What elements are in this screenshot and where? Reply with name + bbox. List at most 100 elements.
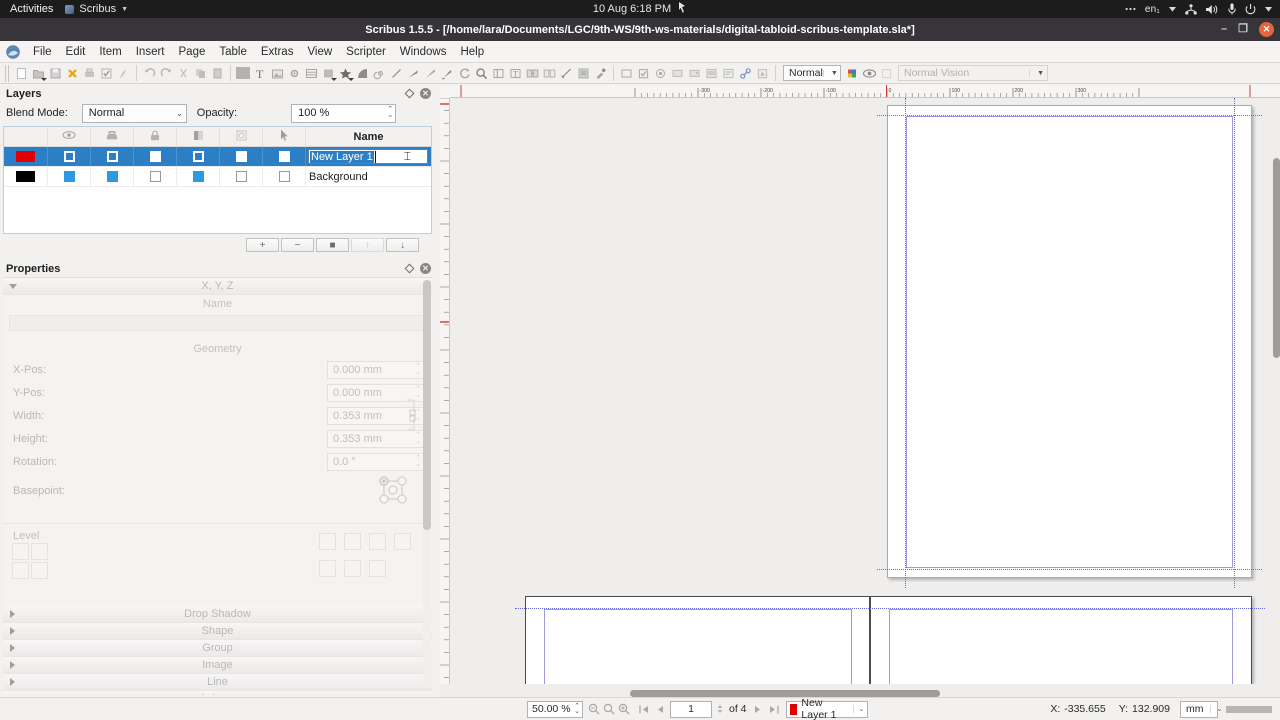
table-row[interactable]: Background [4, 167, 431, 187]
opacity-input[interactable]: 100 % ⌃ ⌄ [291, 103, 397, 123]
shape-icon[interactable] [320, 65, 337, 82]
language-indicator[interactable]: en₁ [1145, 4, 1160, 15]
pdf-radio-button-icon[interactable] [652, 65, 669, 82]
basepoint-selector[interactable] [378, 475, 408, 508]
print-icon[interactable] [81, 65, 98, 82]
ellipsis-icon[interactable] [1125, 7, 1136, 11]
spinner-arrows-icon[interactable]: ⌃ ⌄ [415, 386, 421, 399]
pdf-combo-box-icon[interactable] [686, 65, 703, 82]
spinner-arrows-icon[interactable]: ⌃ ⌄ [381, 106, 393, 119]
zoom-input[interactable]: 50.00 % ⌃ ⌄ [527, 700, 583, 718]
canvas-vertical-scrollbar[interactable] [1273, 98, 1280, 684]
redo-icon[interactable] [158, 65, 175, 82]
pdf-3d-annotation-icon[interactable] [754, 65, 771, 82]
power-icon[interactable] [1245, 3, 1256, 15]
close-document-icon[interactable] [64, 65, 81, 82]
keep-aspect-ratio-icon[interactable] [406, 398, 416, 434]
layer-flow-checkbox[interactable] [177, 167, 220, 186]
spinner-arrows-icon[interactable]: ⌃ ⌄ [415, 363, 421, 376]
minimize-button[interactable]: – [1221, 24, 1227, 35]
page-3[interactable] [870, 596, 1252, 684]
disable-printing-button[interactable] [344, 560, 361, 577]
copy-icon[interactable] [192, 65, 209, 82]
group-image-header[interactable]: Image [3, 657, 432, 674]
flip-horizontal-button[interactable] [319, 533, 336, 550]
select-item-icon[interactable] [235, 65, 252, 82]
menu-edit[interactable]: Edit [59, 43, 93, 61]
group-colours-header[interactable]: Colours [3, 691, 432, 695]
close-icon[interactable]: ✕ [420, 263, 431, 274]
blend-mode-select[interactable]: Normal ⌄ [81, 103, 187, 123]
next-page-icon[interactable] [751, 702, 766, 717]
layer-flow-checkbox[interactable] [177, 147, 220, 166]
eye-dropper-icon[interactable] [592, 65, 609, 82]
pdf-check-box-icon[interactable] [635, 65, 652, 82]
pdf-list-box-icon[interactable] [703, 65, 720, 82]
toolbar-grip[interactable] [5, 64, 10, 82]
menu-extras[interactable]: Extras [254, 43, 301, 61]
zoom-icon[interactable] [473, 65, 490, 82]
float-panel-icon[interactable] [404, 263, 415, 274]
undo-icon[interactable] [141, 65, 158, 82]
float-panel-icon[interactable] [404, 88, 415, 99]
cut-icon[interactable] [175, 65, 192, 82]
layer-select-checkbox[interactable] [263, 147, 306, 166]
spiral-icon[interactable] [371, 65, 388, 82]
raise-item-button[interactable] [12, 543, 29, 560]
vertical-ruler[interactable] [440, 98, 450, 684]
spinner-arrows-icon[interactable]: ⌃ ⌄ [415, 409, 421, 422]
clock-menu[interactable]: 10 Aug 6:18 PM [530, 2, 750, 16]
layer-color-swatch[interactable] [4, 167, 48, 186]
last-page-icon[interactable] [766, 702, 781, 717]
bezier-curve-icon[interactable] [405, 65, 422, 82]
item-name-input[interactable] [9, 315, 426, 331]
group-xyz-header[interactable]: X, Y, Z [3, 278, 432, 295]
add-layer-button[interactable]: + [246, 238, 279, 252]
duplicate-layer-button[interactable]: ■ [316, 238, 349, 252]
pdf-push-button-icon[interactable] [618, 65, 635, 82]
measurements-icon[interactable] [558, 65, 575, 82]
menu-page[interactable]: Page [172, 43, 213, 61]
group-line-header[interactable]: Line [3, 674, 432, 691]
menu-help[interactable]: Help [453, 43, 491, 61]
render-frame-icon[interactable] [286, 65, 303, 82]
zoom-100-icon[interactable] [601, 702, 616, 717]
lower-to-bottom-button[interactable] [31, 562, 48, 579]
edit-text-icon[interactable]: T [507, 65, 524, 82]
close-icon[interactable]: ✕ [420, 88, 431, 99]
zoom-out-icon[interactable] [586, 702, 601, 717]
text-frame-icon[interactable]: T [252, 65, 269, 82]
rotate-item-icon[interactable] [456, 65, 473, 82]
layer-name-cell[interactable]: Background [306, 167, 431, 186]
raise-to-top-button[interactable] [31, 543, 48, 560]
menu-item[interactable]: Item [92, 43, 128, 61]
new-document-icon[interactable] [13, 65, 30, 82]
layer-lock-checkbox[interactable] [134, 147, 177, 166]
group-shape-header[interactable]: Shape [3, 623, 432, 640]
save-document-icon[interactable] [47, 65, 64, 82]
menu-view[interactable]: View [300, 43, 339, 61]
menu-file[interactable]: File [26, 43, 59, 61]
maximize-button[interactable]: ❐ [1238, 24, 1248, 35]
arc-icon[interactable] [354, 65, 371, 82]
pdf-text-field-icon[interactable] [669, 65, 686, 82]
color-management-icon[interactable] [844, 65, 861, 82]
first-page-icon[interactable] [637, 702, 652, 717]
spinner-arrows-icon[interactable]: ⌃ ⌄ [415, 455, 421, 468]
lower-item-button[interactable] [12, 562, 29, 579]
spinner-arrows-icon[interactable]: ⌃ ⌄ [574, 703, 580, 715]
previous-page-icon[interactable] [652, 702, 667, 717]
group-group-header[interactable]: Group [3, 640, 432, 657]
flip-vertical-button[interactable] [344, 533, 361, 550]
page-number-input[interactable]: 1 [670, 700, 712, 718]
page-spinner-icon[interactable] [712, 702, 727, 717]
menu-insert[interactable]: Insert [129, 43, 172, 61]
layer-select-checkbox[interactable] [263, 167, 306, 186]
unlink-text-frames-icon[interactable] [541, 65, 558, 82]
volume-icon[interactable] [1206, 4, 1219, 15]
properties-scrollbar[interactable] [423, 280, 431, 688]
pdf-text-annotation-icon[interactable] [720, 65, 737, 82]
item-pdf-options-button[interactable] [369, 560, 386, 577]
menu-table[interactable]: Table [212, 43, 254, 61]
layer-print-checkbox[interactable] [91, 147, 134, 166]
